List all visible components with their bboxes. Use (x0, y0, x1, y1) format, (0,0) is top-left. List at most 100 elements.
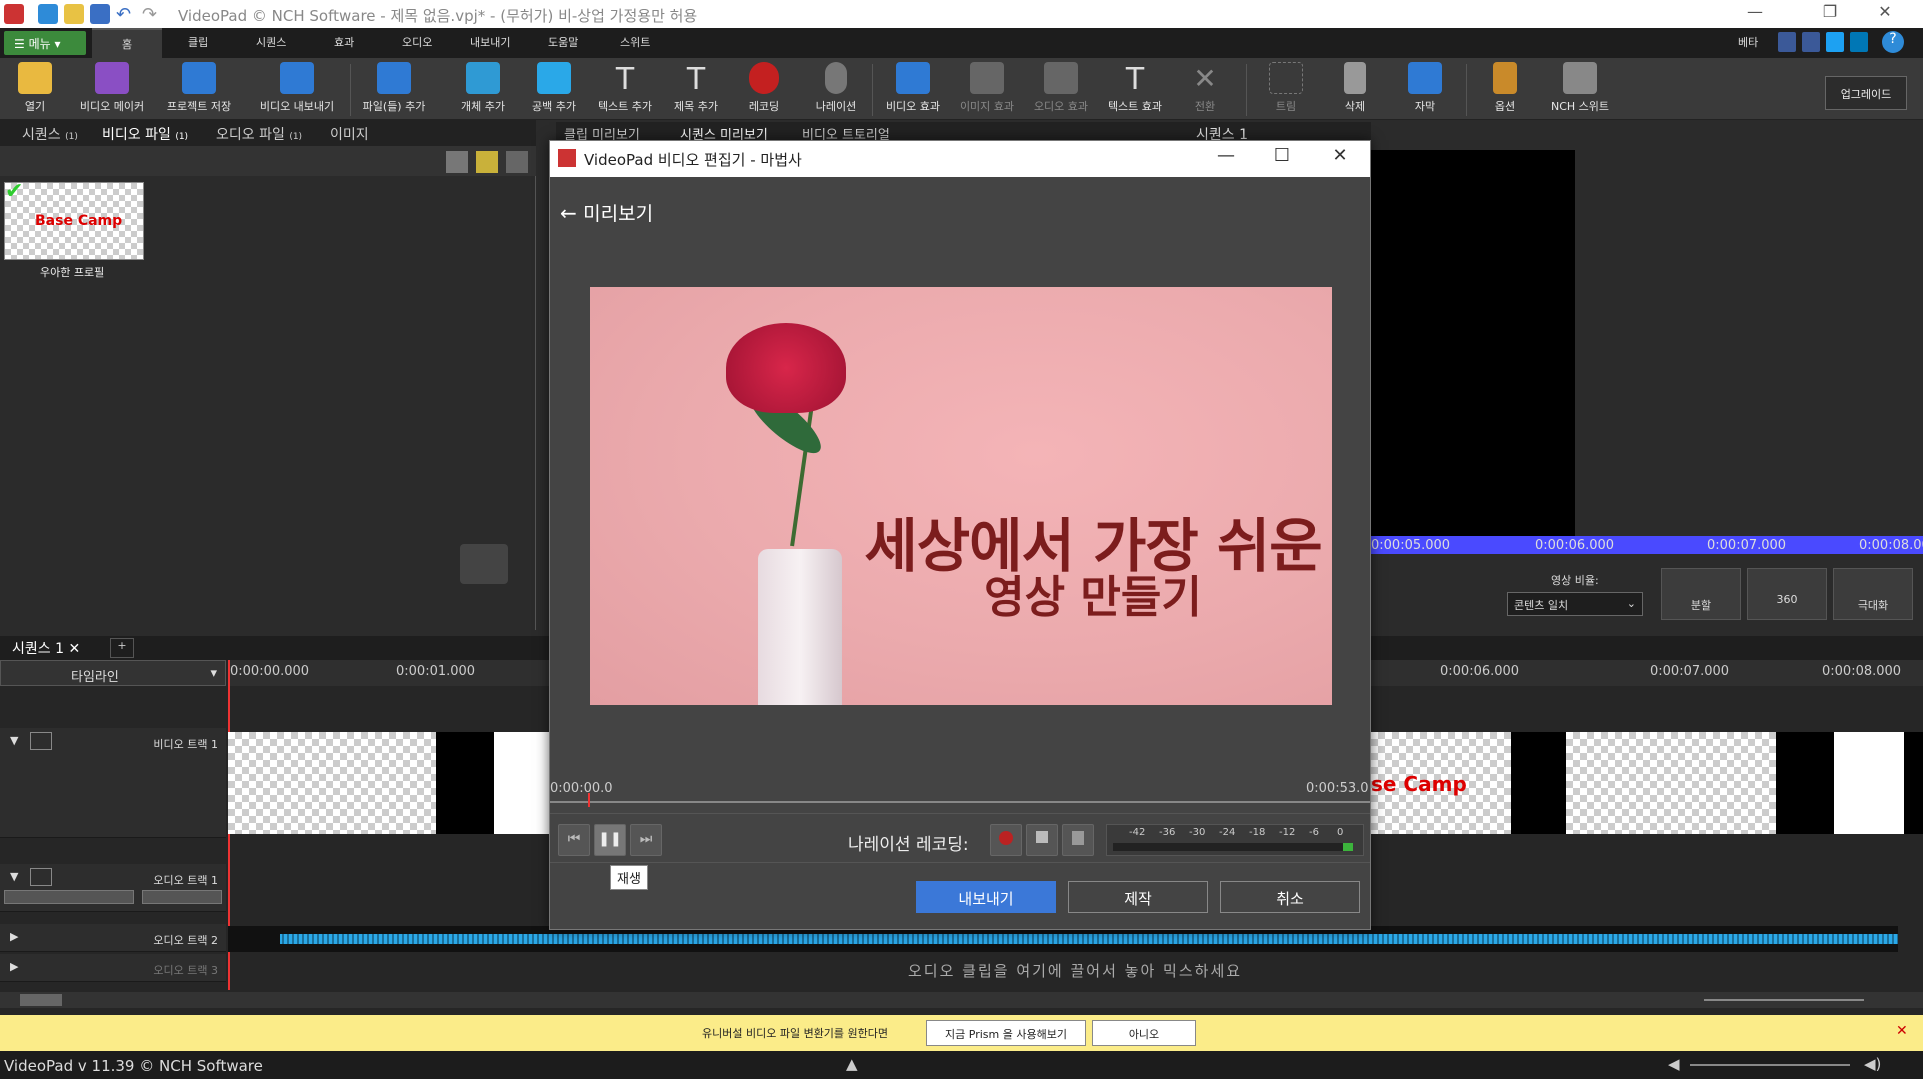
twitter-icon[interactable] (1826, 32, 1844, 52)
pause-button[interactable]: ❚❚ (594, 824, 626, 856)
no-button[interactable]: 아니오 (1092, 1020, 1196, 1046)
trash-icon[interactable] (446, 151, 468, 173)
scrub-playhead[interactable] (588, 793, 590, 807)
cancel-button[interactable]: 취소 (1220, 881, 1360, 913)
bin-tab-audio-files[interactable]: 오디오 파일 (1) (216, 124, 302, 144)
preview-timebar[interactable]: 0:00:05.000 0:00:06.000 0:00:07.000 0:00… (1371, 536, 1923, 554)
export-button[interactable]: 내보내기 (916, 881, 1056, 913)
audio-effects-button[interactable]: 오디오 효과 (1028, 62, 1094, 118)
aspect-select[interactable]: 콘텐츠 일치 ⌄ (1507, 592, 1643, 616)
expand-icon[interactable]: ▼ (10, 734, 18, 747)
scrub-track[interactable] (550, 801, 1370, 803)
video-clip[interactable] (1834, 732, 1904, 834)
trim-button[interactable]: 트림 (1256, 62, 1316, 118)
pan-slider[interactable] (142, 890, 222, 904)
audio-waveform (280, 934, 1898, 944)
add-text-button[interactable]: T 텍스트 추가 (592, 62, 658, 118)
text-effects-button[interactable]: T 텍스트 효과 (1102, 62, 1168, 118)
video-clip[interactable]: se Camp (1371, 732, 1511, 834)
bin-tab-video-files[interactable]: 비디오 파일 (1) (102, 124, 188, 144)
facebook-icon[interactable] (1802, 32, 1820, 52)
make-button[interactable]: 제작 (1068, 881, 1208, 913)
open-button[interactable]: 열기 (10, 62, 60, 118)
tab-audio[interactable]: 오디오 (402, 34, 432, 50)
expand-icon[interactable]: ▶ (10, 960, 18, 973)
eye-icon[interactable] (30, 732, 52, 750)
volume-icon[interactable]: ◀ (1668, 1055, 1680, 1073)
video-clip[interactable] (494, 732, 549, 834)
tab-clip[interactable]: 클립 (188, 34, 208, 50)
expand-icon[interactable]: ▼ (10, 870, 18, 883)
record-button[interactable]: 레코딩 (736, 62, 792, 118)
add-blank-button[interactable]: 공백 추가 (526, 62, 582, 118)
back-button[interactable]: ← 미리보기 (560, 199, 653, 226)
options-button[interactable]: 옵션 (1480, 62, 1530, 118)
split-button[interactable]: 분할 (1661, 568, 1741, 620)
narration-button[interactable]: 나레이션 (808, 62, 864, 118)
nch-suite-button[interactable]: NCH 스위트 (1544, 62, 1616, 118)
tab-help[interactable]: 도움말 (548, 34, 578, 50)
redo-icon[interactable]: ↷ (142, 4, 162, 25)
horizontal-scrollbar[interactable] (0, 992, 1923, 1008)
like-icon[interactable] (1778, 32, 1796, 52)
add-folder-icon[interactable] (476, 151, 498, 173)
open-folder-icon[interactable] (64, 4, 84, 24)
subtitle-button[interactable]: 자막 (1400, 62, 1450, 118)
video-clip[interactable] (1566, 732, 1776, 834)
volume-slider[interactable] (4, 890, 134, 904)
record-button[interactable] (990, 824, 1022, 856)
tab-sequence[interactable]: 시퀀스 (256, 34, 286, 50)
add-sequence-button[interactable]: + (110, 638, 134, 658)
new-project-icon[interactable] (38, 4, 58, 24)
video-effects-button[interactable]: 비디오 효과 (880, 62, 946, 118)
collapse-icon[interactable]: ▲ (846, 1055, 858, 1073)
master-volume-slider[interactable] (1690, 1064, 1850, 1066)
timeline-mode-select[interactable]: 타임라인 ▾ (0, 660, 226, 686)
undo-icon[interactable]: ↶ (116, 4, 136, 25)
help-icon[interactable]: ? (1882, 31, 1904, 53)
linkedin-icon[interactable] (1850, 32, 1868, 52)
try-prism-button[interactable]: 지금 Prism 을 사용해보기 (926, 1020, 1086, 1046)
tab-sequence-1[interactable]: 시퀀스 1 ✕ (12, 638, 80, 658)
export-video-button[interactable]: 비디오 내보내기 (254, 62, 340, 118)
upgrade-button[interactable]: 업그레이드 (1825, 76, 1907, 110)
list-view-icon[interactable] (506, 151, 528, 173)
delete-button[interactable]: 삭제 (1330, 62, 1380, 118)
scrollbar-thumb[interactable] (20, 994, 62, 1006)
fullscreen-button[interactable]: 극대화 (1833, 568, 1913, 620)
add-files-button[interactable]: 파일(들) 추가 (356, 62, 432, 118)
close-icon[interactable]: ✕ (1896, 1023, 1908, 1039)
bin-tab-images[interactable]: 이미지 (330, 124, 369, 144)
minimize-icon[interactable]: — (1740, 2, 1770, 26)
tab-home[interactable]: 홈 (92, 28, 162, 58)
video-maker-button[interactable]: 비디오 메이커 (76, 62, 148, 118)
save-project-button[interactable]: 프로젝트 저장 (158, 62, 240, 118)
zoom-slider[interactable] (1704, 999, 1864, 1001)
skip-forward-icon[interactable]: ⏭ (630, 824, 662, 856)
save-icon[interactable] (90, 4, 110, 24)
scrub-bar[interactable]: 0:00:00.0 0:00:53.0 (550, 781, 1370, 807)
add-object-button[interactable]: 개체 추가 (450, 62, 516, 118)
video-clip[interactable] (228, 732, 436, 834)
expand-icon[interactable]: ▶ (10, 930, 18, 943)
close-icon[interactable]: ✕ (1320, 145, 1360, 173)
stop-button[interactable] (1026, 824, 1058, 856)
image-effects-button[interactable]: 이미지 효과 (954, 62, 1020, 118)
transition-button[interactable]: ✕ 전환 (1180, 62, 1230, 118)
menu-button[interactable]: ☰ 메뉴 ▾ (4, 31, 86, 55)
tab-effects[interactable]: 효과 (334, 34, 354, 50)
tab-suite[interactable]: 스위트 (620, 34, 650, 50)
minimize-icon[interactable]: — (1206, 145, 1246, 173)
delete-recording-button[interactable] (1062, 824, 1094, 856)
tab-export[interactable]: 내보내기 (470, 34, 510, 50)
restore-icon[interactable]: ❐ (1815, 2, 1845, 26)
360-button[interactable]: 360 (1747, 568, 1827, 620)
speaker-icon[interactable] (30, 868, 52, 886)
add-title-button[interactable]: T 제목 추가 (666, 62, 726, 118)
maximize-icon[interactable]: ☐ (1262, 145, 1302, 173)
clip-thumbnail[interactable]: ✔ Base Camp (4, 179, 144, 260)
close-icon[interactable]: ✕ (1870, 2, 1900, 26)
bin-tab-sequences[interactable]: 시퀀스 (1) (22, 124, 78, 144)
speaker-icon[interactable]: ◀) (1864, 1055, 1881, 1073)
skip-back-icon[interactable]: ⏮ (558, 824, 590, 856)
